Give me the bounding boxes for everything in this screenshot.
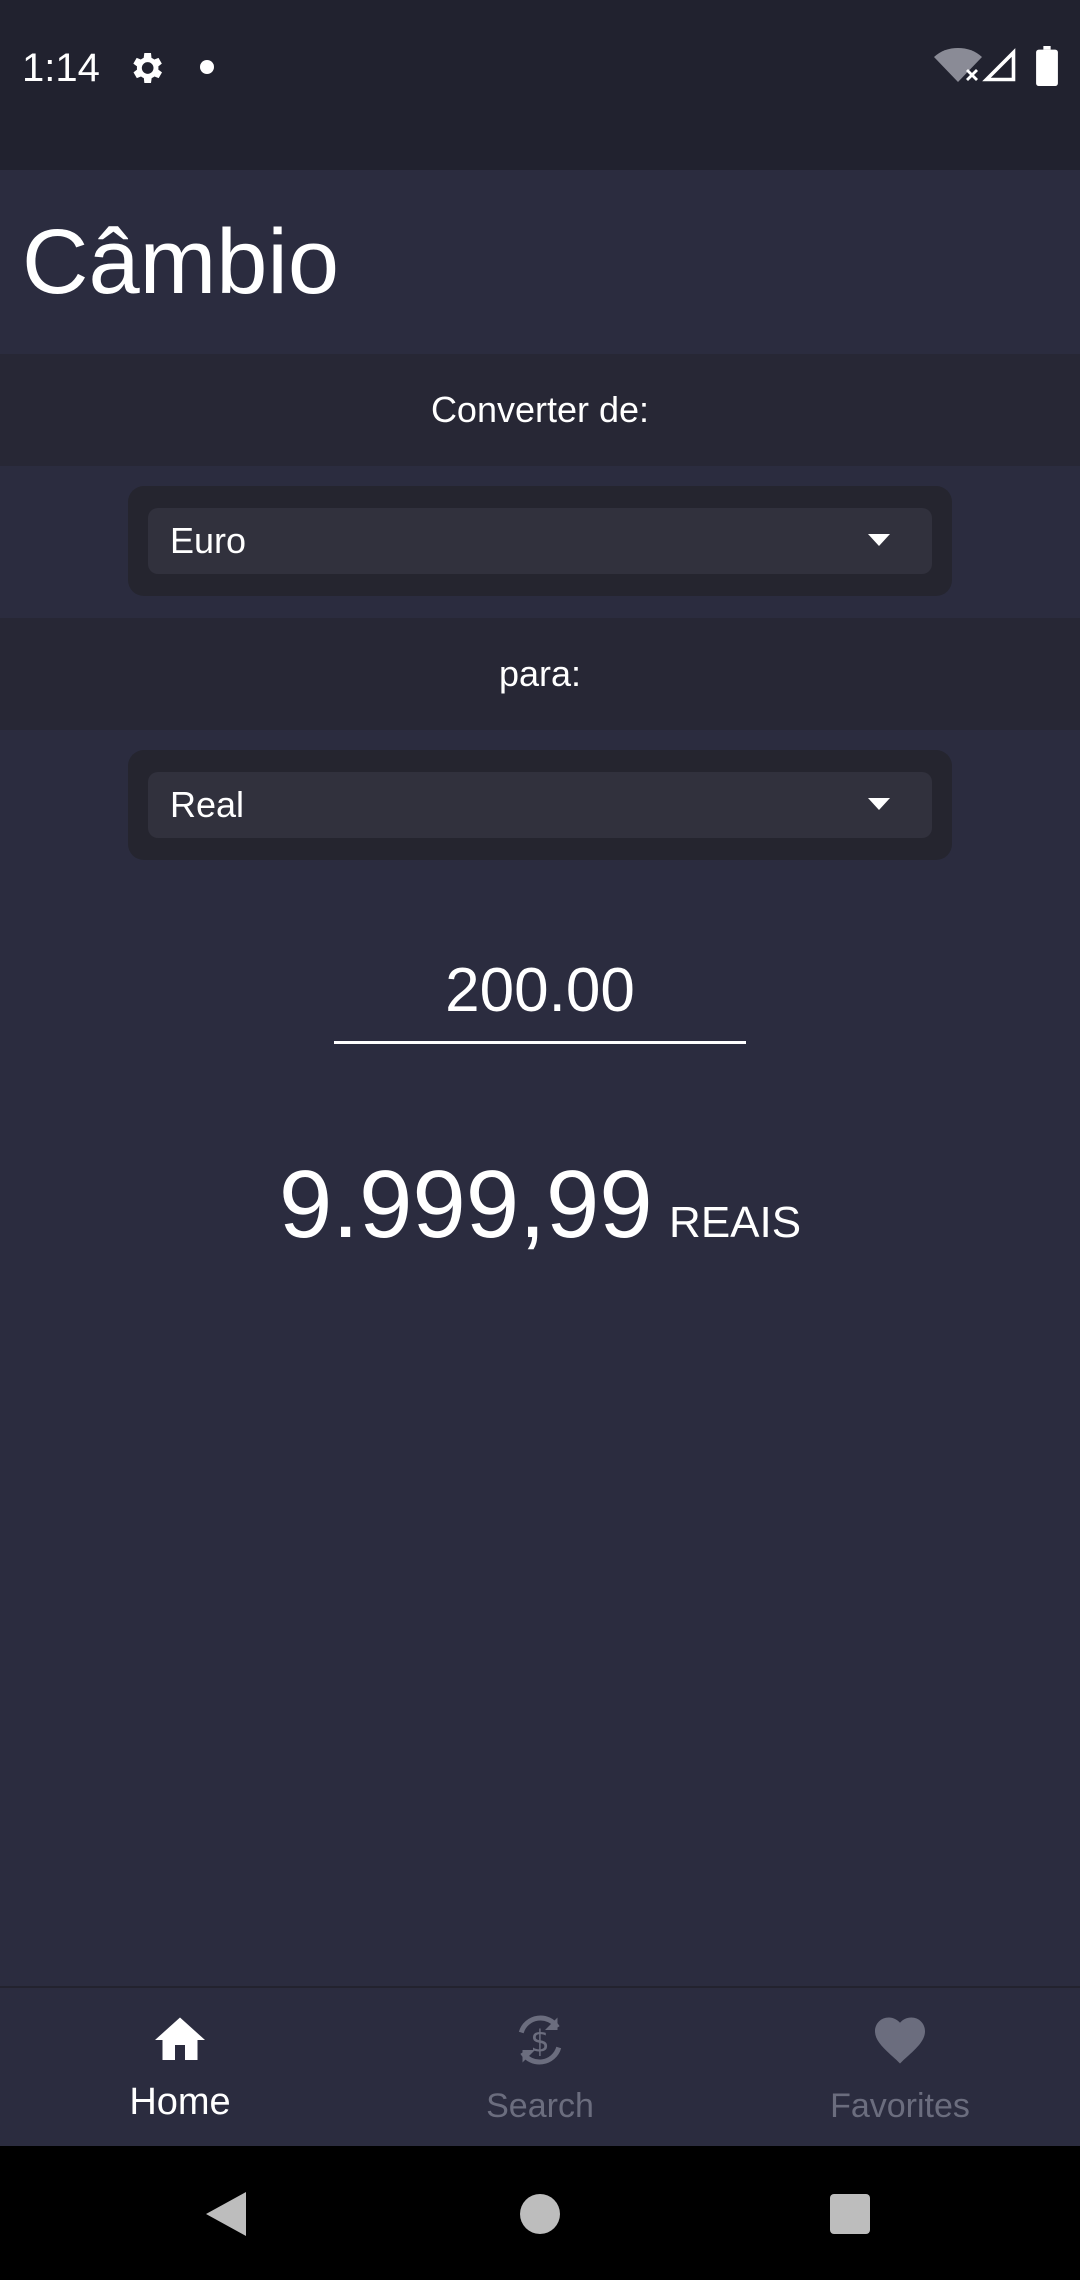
nav-item-search[interactable]: $ Search <box>360 1988 720 2146</box>
amount-input[interactable] <box>334 940 746 1044</box>
home-circle-icon[interactable] <box>520 2194 560 2234</box>
status-time: 1:14 <box>22 46 100 90</box>
to-label: para: <box>0 618 1080 730</box>
to-currency-select[interactable]: Real <box>128 750 952 860</box>
svg-text:$: $ <box>530 2024 549 2059</box>
result-value: 9.999,99 <box>278 1151 653 1258</box>
back-icon[interactable] <box>206 2192 246 2236</box>
heart-icon <box>875 2017 925 2064</box>
to-select-area: Real <box>0 730 1080 882</box>
to-currency-field[interactable]: Real <box>148 772 932 838</box>
nav-label-home: Home <box>129 2081 231 2123</box>
system-nav-bar <box>0 2146 1080 2280</box>
conversion-result: 9.999,99 REAIS <box>0 1140 1080 1288</box>
home-icon <box>155 2017 205 2060</box>
from-currency-field[interactable]: Euro <box>148 508 932 574</box>
chevron-down-icon[interactable] <box>868 534 890 546</box>
nav-label-search: Search <box>486 2087 594 2125</box>
wifi-off-icon <box>934 48 982 82</box>
nav-item-home[interactable]: Home <box>0 1988 360 2146</box>
battery-icon <box>1036 46 1058 86</box>
from-currency-select[interactable]: Euro <box>128 486 952 596</box>
from-label: Converter de: <box>0 354 1080 466</box>
currency-exchange-icon: $ <box>518 2015 562 2065</box>
result-unit: REAIS <box>669 1198 802 1247</box>
status-bar: 1:14 <box>0 0 1080 170</box>
chevron-down-icon[interactable] <box>868 798 890 810</box>
notification-dot-icon <box>200 60 214 74</box>
nav-label-favorites: Favorites <box>830 2087 970 2125</box>
to-currency-value: Real <box>170 784 245 825</box>
nav-item-favorites[interactable]: Favorites <box>720 1988 1080 2146</box>
gear-icon <box>133 53 162 83</box>
recents-icon[interactable] <box>830 2194 870 2234</box>
bottom-nav: Home $ Search Favorites <box>0 1986 1080 2146</box>
from-select-area: Euro <box>0 466 1080 618</box>
page-title: Câmbio <box>22 211 340 313</box>
from-currency-value: Euro <box>170 520 247 561</box>
app-header: Câmbio <box>0 170 1080 354</box>
signal-icon <box>982 48 1016 82</box>
